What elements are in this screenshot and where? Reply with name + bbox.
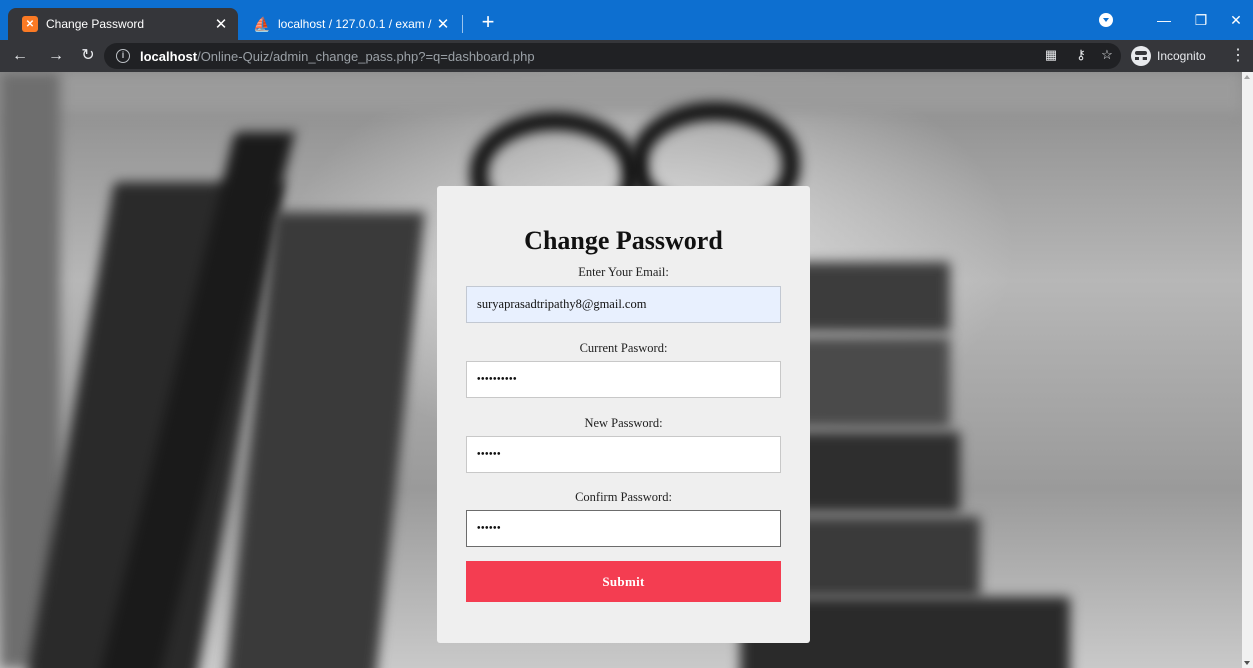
confirm-password-field[interactable]: •••••• xyxy=(466,510,781,547)
minimize-button[interactable]: — xyxy=(1150,8,1178,32)
incognito-icon xyxy=(1131,46,1151,66)
incognito-indicator[interactable]: Incognito xyxy=(1131,44,1206,68)
confirm-password-value: •••••• xyxy=(477,523,502,534)
tab-phpmyadmin[interactable]: ⛵ localhost / 127.0.0.1 / exam / adr ✕ xyxy=(240,8,460,40)
url-path: /Online-Quiz/admin_change_pass.php?=q=da… xyxy=(197,48,535,64)
site-info-icon[interactable]: i xyxy=(116,49,130,63)
change-password-form: Change Password Enter Your Email: suryap… xyxy=(437,186,810,643)
confirm-password-label: Confirm Password: xyxy=(575,490,672,504)
phpmyadmin-icon: ⛵ xyxy=(253,15,271,32)
background-image xyxy=(0,72,1242,112)
email-value: suryaprasadtripathy8@gmail.com xyxy=(477,297,647,311)
browser-toolbar: ← → ↻ i localhost /Online-Quiz/admin_cha… xyxy=(0,40,1253,72)
reload-icon[interactable]: ↻ xyxy=(76,44,100,68)
xampp-icon: ✕ xyxy=(22,16,38,32)
new-password-value: •••••• xyxy=(477,449,502,460)
browser-menu-icon[interactable]: ⋮ xyxy=(1228,44,1248,68)
form-title: Change Password xyxy=(524,226,723,255)
tab-close-icon[interactable]: ✕ xyxy=(212,15,230,33)
page-scrollbar[interactable] xyxy=(1242,72,1253,668)
browser-tab-strip: ✕ Change Password ✕ ⛵ localhost / 127.0.… xyxy=(0,0,1253,40)
new-tab-button[interactable]: + xyxy=(474,8,502,36)
tab-title: Change Password xyxy=(46,17,145,31)
qr-code-icon[interactable]: ▦ xyxy=(1040,44,1062,66)
back-arrow-icon[interactable]: ← xyxy=(8,44,32,68)
forward-arrow-icon[interactable]: → xyxy=(44,44,68,68)
current-password-field[interactable]: •••••••••• xyxy=(466,361,781,398)
tab-close-icon[interactable]: ✕ xyxy=(434,15,452,33)
address-bar[interactable]: i localhost /Online-Quiz/admin_change_pa… xyxy=(104,43,1121,69)
current-password-value: •••••••••• xyxy=(477,374,518,385)
current-password-label: Current Pasword: xyxy=(579,341,668,355)
url-host: localhost xyxy=(140,48,198,64)
email-field[interactable]: suryaprasadtripathy8@gmail.com xyxy=(466,286,781,323)
scroll-down-icon[interactable] xyxy=(1244,661,1250,665)
scroll-up-icon[interactable] xyxy=(1244,75,1250,79)
tab-change-password[interactable]: ✕ Change Password ✕ xyxy=(8,8,238,40)
bookmark-star-icon[interactable]: ☆ xyxy=(1096,44,1118,66)
email-label: Enter Your Email: xyxy=(578,265,669,279)
close-window-button[interactable]: ✕ xyxy=(1222,8,1250,32)
restore-button[interactable]: ❐ xyxy=(1187,8,1215,32)
submit-button[interactable]: Submit xyxy=(466,561,781,602)
key-icon[interactable]: ⚷ xyxy=(1070,44,1092,66)
tab-separator xyxy=(462,15,463,33)
new-password-label: New Password: xyxy=(584,416,663,430)
tab-title: localhost / 127.0.0.1 / exam / adr xyxy=(278,17,434,31)
incognito-label: Incognito xyxy=(1157,49,1206,63)
new-password-field[interactable]: •••••• xyxy=(466,436,781,473)
tab-search-icon[interactable] xyxy=(1099,13,1113,27)
